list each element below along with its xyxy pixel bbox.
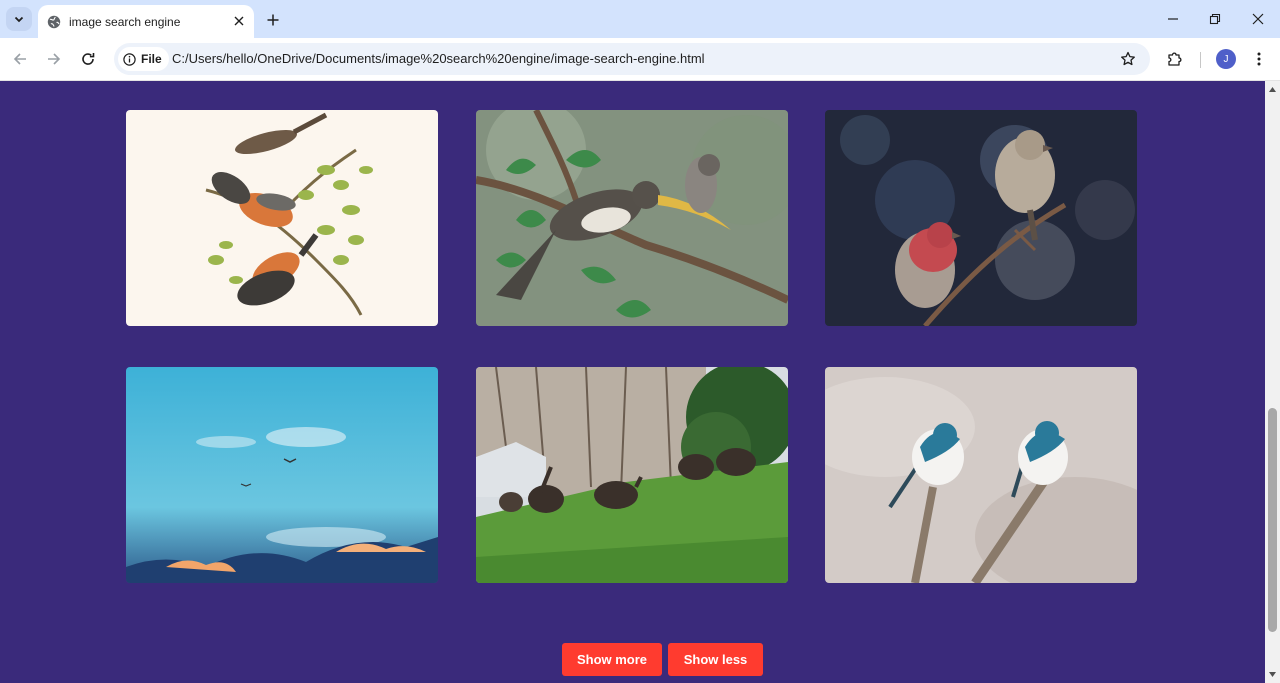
chevron-down-icon bbox=[14, 16, 24, 23]
browser-menu-button[interactable] bbox=[1249, 48, 1269, 70]
show-more-button[interactable]: Show more bbox=[562, 643, 662, 676]
tab-search-button[interactable] bbox=[6, 7, 32, 31]
vertical-scrollbar[interactable] bbox=[1265, 81, 1280, 683]
reload-icon bbox=[82, 53, 95, 65]
site-info-chip[interactable]: File bbox=[118, 47, 169, 71]
plus-icon bbox=[267, 14, 279, 26]
close-window-button[interactable] bbox=[1247, 8, 1269, 30]
browser-toolbar: File C:/Users/hello/OneDrive/Documents/i… bbox=[0, 38, 1280, 81]
gallery-image-turkeys[interactable] bbox=[476, 367, 788, 583]
gallery-image-swallows[interactable] bbox=[825, 367, 1137, 583]
scroll-up-arrow-icon[interactable] bbox=[1265, 82, 1280, 96]
back-button[interactable] bbox=[9, 48, 31, 70]
bookmark-button[interactable] bbox=[1118, 49, 1138, 69]
gallery-image-finches[interactable] bbox=[825, 110, 1137, 326]
tab-title: image search engine bbox=[69, 14, 181, 29]
forward-button[interactable] bbox=[43, 48, 65, 70]
gallery-image-birds-illustration[interactable] bbox=[126, 110, 438, 326]
gallery-image-hornbill[interactable] bbox=[476, 110, 788, 326]
scrollbar-thumb[interactable] bbox=[1268, 408, 1277, 632]
gallery-image-sky-birds[interactable] bbox=[126, 367, 438, 583]
tab-strip: image search engine bbox=[0, 0, 1280, 38]
pagination-buttons: Show more Show less bbox=[562, 643, 763, 676]
toolbar-separator bbox=[1200, 52, 1201, 68]
url-text[interactable]: C:/Users/hello/OneDrive/Documents/image%… bbox=[172, 51, 705, 66]
site-chip-label: File bbox=[141, 52, 162, 66]
puzzle-icon bbox=[1168, 52, 1182, 66]
profile-avatar[interactable]: J bbox=[1216, 49, 1236, 69]
scroll-down-arrow-icon[interactable] bbox=[1265, 667, 1280, 681]
close-icon bbox=[1252, 13, 1264, 25]
address-bar[interactable]: File C:/Users/hello/OneDrive/Documents/i… bbox=[114, 43, 1150, 75]
show-less-button[interactable]: Show less bbox=[668, 643, 763, 676]
restore-icon bbox=[1209, 13, 1221, 25]
minimize-button[interactable] bbox=[1162, 8, 1184, 30]
star-icon bbox=[1121, 51, 1135, 66]
extensions-button[interactable] bbox=[1164, 48, 1186, 70]
close-tab-icon[interactable] bbox=[231, 13, 247, 29]
back-arrow-icon bbox=[13, 53, 26, 65]
page-viewport: Show more Show less bbox=[0, 81, 1265, 683]
browser-tab[interactable]: image search engine bbox=[38, 5, 254, 38]
globe-icon bbox=[47, 15, 61, 29]
restore-button[interactable] bbox=[1204, 8, 1226, 30]
info-icon bbox=[123, 52, 136, 66]
forward-arrow-icon bbox=[48, 53, 61, 65]
minimize-icon bbox=[1168, 18, 1178, 20]
more-vertical-icon bbox=[1257, 52, 1261, 66]
reload-button[interactable] bbox=[77, 48, 99, 70]
new-tab-button[interactable] bbox=[262, 9, 284, 31]
